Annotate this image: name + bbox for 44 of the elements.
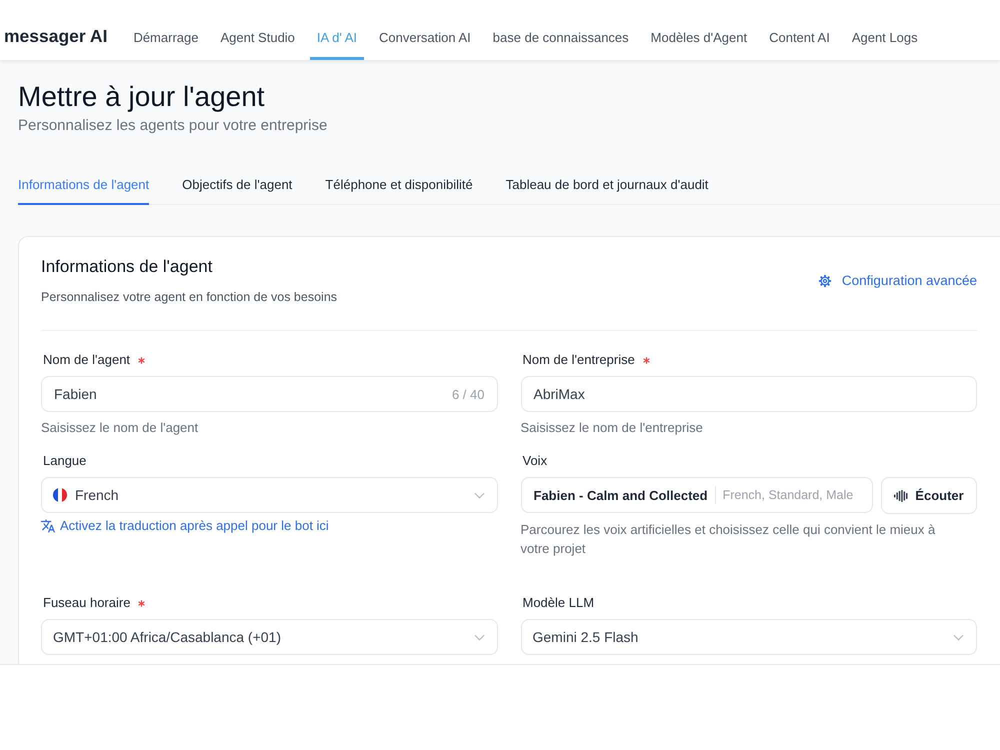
field-label: Nom de l'agent — [43, 351, 130, 369]
field-label: Nom de l'entreprise — [522, 351, 635, 369]
language-select[interactable]: French — [41, 477, 498, 513]
section-tab[interactable]: Informations de l'agent — [18, 166, 150, 205]
field-label: Fuseau horaire — [43, 594, 130, 612]
nav-tab[interactable]: Content AI — [762, 0, 837, 60]
settings-icon — [818, 274, 832, 288]
field-hint: Saisissez le nom de l'entreprise — [520, 419, 704, 437]
listen-button[interactable]: Écouter — [881, 477, 977, 514]
section-tab[interactable]: Objectifs de l'agent — [182, 166, 292, 205]
nav-tab[interactable]: Conversation AI — [372, 0, 478, 60]
chevron-down-icon — [953, 634, 964, 640]
field-hint: Parcourez les voix artificielles et choisissez celle qui convient le mieux à votre projet — [520, 521, 936, 558]
chevron-down-icon — [474, 634, 484, 640]
text-field[interactable]: Fabien 6 / 40 — [41, 376, 498, 412]
field-label: Modèle LLM — [522, 594, 594, 612]
page-title: Mettre à jour l'agent — [18, 80, 266, 114]
nav-tab[interactable]: base de connaissances — [486, 0, 636, 60]
nav-tab[interactable]: Modèles d'Agent — [644, 0, 754, 60]
translate-icon — [41, 519, 55, 533]
field-label: Langue — [43, 452, 86, 470]
section-tab[interactable]: Téléphone et disponibilité — [325, 166, 473, 205]
text-field[interactable]: AbriMax — [520, 376, 977, 412]
flag-icon — [53, 488, 67, 502]
card-description: Personnalisez votre agent en fonction de vos besoins — [41, 289, 338, 306]
card-title: Informations de l'agent — [41, 256, 214, 278]
field-hint: Saisissez le nom de l'agent — [41, 419, 200, 437]
character-counter: 6 / 40 — [452, 386, 484, 402]
voice-select[interactable]: Fabien - Calm and Collected French, Standard, Male — [520, 477, 873, 513]
nav-tab[interactable]: Agent Logs — [844, 0, 925, 60]
advanced-settings-link[interactable]: Configuration avancée — [818, 273, 977, 288]
chevron-down-icon — [474, 492, 484, 498]
page-subtitle: Personnalisez les agents pour votre entreprise — [18, 116, 328, 136]
section-tab[interactable]: Tableau de bord et journaux d'audit — [506, 166, 708, 205]
sound-wave-icon — [894, 490, 908, 502]
dropdown-select[interactable]: Gemini 2.5 Flash — [520, 619, 977, 655]
field-label: Voix — [522, 452, 548, 470]
nav-tab[interactable]: Agent Studio — [213, 0, 302, 60]
translation-link[interactable]: Activez la traduction après appel pour le bot ici — [41, 517, 329, 535]
brand-name: messager AI — [4, 24, 108, 46]
dropdown-select[interactable]: GMT+01:00 Africa/Casablanca (+01) — [41, 619, 498, 655]
nav-tab[interactable]: Démarrage — [126, 0, 206, 60]
voice-details: French, Standard, Male — [722, 488, 854, 502]
voice-name: Fabien - Calm and Collected — [534, 488, 708, 502]
